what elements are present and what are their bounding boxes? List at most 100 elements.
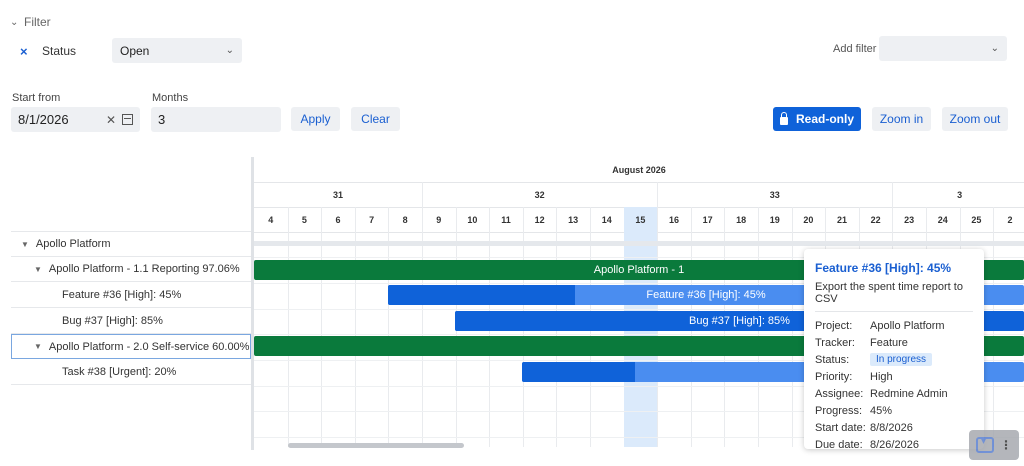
day-label: 17 xyxy=(702,215,713,225)
bar-progress xyxy=(388,285,575,305)
tree-row-feature-36[interactable]: Feature #36 [High]: 45% xyxy=(11,283,251,308)
tree-row-version-1-1[interactable]: ▼ Apollo Platform - 1.1 Reporting 97.06% xyxy=(11,257,251,282)
read-only-label: Read-only xyxy=(795,112,854,126)
day-label: 2 xyxy=(1007,215,1013,225)
tooltip-row: Status: In progress xyxy=(815,351,973,368)
tooltip-row: Project: Apollo Platform xyxy=(815,317,973,334)
tree-row-label: Apollo Platform - 1.1 Reporting 97.06% xyxy=(48,263,240,275)
months-value: 3 xyxy=(158,112,166,127)
week-divider xyxy=(422,182,423,207)
week-label: 32 xyxy=(534,190,545,200)
calendar-icon[interactable] xyxy=(122,114,133,125)
day-label: 12 xyxy=(534,215,545,225)
week-label: 3 xyxy=(957,190,963,200)
week-label: 33 xyxy=(769,190,780,200)
day-label: 19 xyxy=(769,215,780,225)
tooltip-row-value: Redmine Admin xyxy=(870,387,948,400)
filter-label: Filter xyxy=(24,15,51,29)
tree-row-label: Apollo Platform xyxy=(35,238,111,250)
apply-button[interactable]: Apply xyxy=(291,107,340,131)
day-label: 21 xyxy=(836,215,847,225)
day-label: 18 xyxy=(736,215,747,225)
tooltip-row-key: Start date: xyxy=(815,421,866,434)
start-from-label: Start from xyxy=(12,92,61,104)
zoom-in-button[interactable]: Zoom in xyxy=(872,107,931,131)
tree-row-version-2-0[interactable]: ▼ Apollo Platform - 2.0 Self-service 60.… xyxy=(11,334,251,359)
tooltip-row-key: Priority: xyxy=(815,370,853,383)
months-label: Months xyxy=(152,92,189,104)
day-label: 7 xyxy=(369,215,375,225)
tooltip-row: Start date: 8/8/2026 xyxy=(815,419,973,436)
day-label: 24 xyxy=(937,215,948,225)
tooltip-row-value: 8/26/2026 xyxy=(870,438,919,451)
status-badge: In progress xyxy=(870,353,933,366)
collapse-icon[interactable]: ▼ xyxy=(34,342,42,351)
tooltip-row: Priority: High xyxy=(815,368,973,385)
chevron-down-icon: ⌄ xyxy=(990,43,999,54)
remove-status-filter-icon[interactable]: × xyxy=(20,44,28,59)
collapse-icon[interactable]: ▼ xyxy=(21,240,29,249)
tooltip-row: Tracker: Feature xyxy=(815,334,973,351)
day-label: 23 xyxy=(904,215,915,225)
day-label: 11 xyxy=(501,215,511,225)
tree-row-bug-37[interactable]: Bug #37 [High]: 85% xyxy=(11,309,251,334)
tooltip-row-key: Status: xyxy=(815,353,850,366)
day-label: 5 xyxy=(301,215,307,225)
tooltip-row-key: Assignee: xyxy=(815,387,864,400)
day-label: 16 xyxy=(668,215,679,225)
tree-row-label: Apollo Platform - 2.0 Self-service 60.00… xyxy=(48,340,250,353)
bar-progress xyxy=(522,362,635,382)
tooltip-row-value: Feature xyxy=(870,336,908,349)
read-only-button[interactable]: Read-only xyxy=(773,107,861,131)
tooltip-row-key: Due date: xyxy=(815,438,863,451)
clear-date-icon[interactable]: ✕ xyxy=(106,113,116,127)
collapse-icon[interactable]: ▼ xyxy=(34,265,42,274)
scrollbar-thumb[interactable] xyxy=(288,443,464,448)
tooltip-row: Assignee: Redmine Admin xyxy=(815,385,973,402)
start-from-input[interactable]: 8/1/2026 ✕ xyxy=(11,107,140,132)
months-input[interactable]: 3 xyxy=(151,107,281,132)
tooltip-row-value: Apollo Platform xyxy=(870,319,945,332)
tooltip-row-key: Project: xyxy=(815,319,853,332)
start-from-value: 8/1/2026 xyxy=(18,112,69,127)
tooltip-row: Progress: 45% xyxy=(815,402,973,419)
header-divider xyxy=(254,182,1024,183)
floating-menu-button[interactable]: ⋮ xyxy=(969,430,1019,460)
day-label: 8 xyxy=(402,215,408,225)
clear-button[interactable]: Clear xyxy=(351,107,400,131)
tree-row-task-38[interactable]: Task #38 [Urgent]: 20% xyxy=(11,360,251,385)
day-label: 10 xyxy=(467,215,478,225)
status-select[interactable]: Open ⌄ xyxy=(112,38,242,63)
day-label: 13 xyxy=(568,215,579,225)
month-label: August 2026 xyxy=(612,165,666,175)
filter-toggle[interactable]: ⌄ Filter xyxy=(10,14,51,30)
chevron-down-icon: ⌄ xyxy=(225,45,234,56)
bar-label: Bug #37 [High]: 85% xyxy=(689,315,790,327)
tooltip-title[interactable]: Feature #36 [High]: 45% xyxy=(815,261,973,275)
tree-row-project[interactable]: ▼ Apollo Platform xyxy=(11,232,251,257)
tooltip-row-key: Progress: xyxy=(815,404,863,417)
day-label: 14 xyxy=(601,215,612,225)
tree-row-label: Bug #37 [High]: 85% xyxy=(62,315,163,327)
tree-row-label: Task #38 [Urgent]: 20% xyxy=(62,366,177,378)
day-label: 25 xyxy=(971,215,982,225)
week-label: 31 xyxy=(332,190,343,200)
tooltip-row: Due date: 8/26/2026 xyxy=(815,436,973,453)
more-vertical-icon[interactable]: ⋮ xyxy=(1000,438,1012,452)
status-select-value: Open xyxy=(120,43,150,58)
day-label: 6 xyxy=(335,215,341,225)
bar-label: Feature #36 [High]: 45% xyxy=(646,289,766,301)
tree-row-label: Feature #36 [High]: 45% xyxy=(62,289,182,301)
tooltip-row-key: Tracker: xyxy=(815,336,855,349)
header-separator xyxy=(254,241,1024,246)
chevron-down-icon: ⌄ xyxy=(10,16,19,28)
issue-tooltip: Feature #36 [High]: 45% Export the spent… xyxy=(804,249,984,451)
week-divider xyxy=(657,182,659,207)
lock-icon xyxy=(779,111,788,125)
tooltip-row-value: 45% xyxy=(870,404,893,417)
filter-icon[interactable] xyxy=(976,436,994,453)
status-filter-label: Status xyxy=(42,44,77,58)
add-filter-select[interactable]: ⌄ xyxy=(879,36,1007,61)
tooltip-row-value: 8/8/2026 xyxy=(870,421,913,434)
zoom-out-button[interactable]: Zoom out xyxy=(942,107,1008,131)
